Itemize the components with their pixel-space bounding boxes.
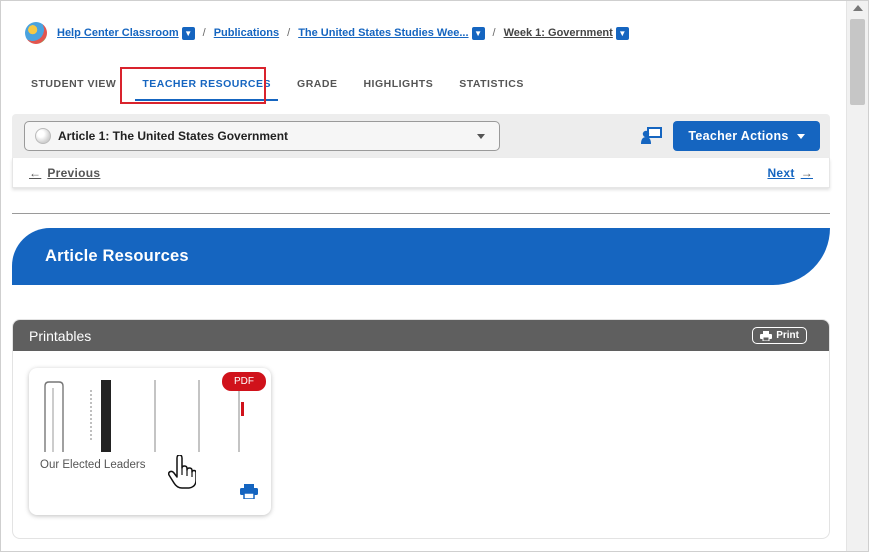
printables-header: Printables Print — [13, 320, 829, 351]
card-title: Our Elected Leaders — [40, 459, 146, 471]
article-select-dropdown[interactable]: Article 1: The United States Government — [24, 121, 500, 151]
breadcrumb: Help Center Classroom ▼ / Publications /… — [25, 22, 629, 44]
printable-card[interactable]: PDF Our Elected Leaders — [29, 368, 271, 515]
article-navigation: ← Previous Next → — [12, 158, 830, 188]
chevron-down-icon[interactable]: ▼ — [181, 26, 195, 40]
previous-label: Previous — [47, 165, 101, 180]
next-label: Next — [767, 165, 795, 180]
caret-down-icon — [477, 134, 485, 139]
breadcrumb-separator: / — [492, 27, 496, 39]
scroll-thumb[interactable] — [850, 19, 865, 105]
classroom-logo-icon — [25, 22, 47, 44]
tab-statistics[interactable]: STATISTICS — [446, 66, 537, 104]
arrow-left-icon: ← — [29, 165, 42, 180]
annotation-highlight-box — [120, 67, 266, 104]
document-thumbnail — [39, 380, 261, 452]
scroll-up-arrow-icon[interactable] — [853, 5, 863, 11]
hand-pointer-cursor-icon — [168, 455, 196, 489]
printer-icon[interactable] — [240, 484, 258, 499]
print-button[interactable]: Print — [752, 327, 807, 344]
vertical-scrollbar[interactable] — [846, 1, 868, 551]
tab-grade[interactable]: GRADE — [284, 66, 350, 104]
printables-panel: Printables Print PDF Our Elected Leaders — [12, 319, 830, 539]
arrow-right-icon: → — [800, 165, 813, 180]
printables-title: Printables — [29, 327, 92, 344]
breadcrumb-publication[interactable]: The United States Studies Wee... — [298, 27, 468, 39]
breadcrumb-week[interactable]: Week 1: Government — [504, 27, 613, 39]
teacher-actions-label: Teacher Actions — [688, 129, 789, 143]
print-label: Print — [776, 330, 799, 341]
pdf-badge: PDF — [222, 372, 266, 391]
chevron-down-icon[interactable]: ▼ — [615, 26, 629, 40]
article-resources-banner: Article Resources — [12, 228, 830, 285]
breadcrumb-separator: / — [287, 27, 291, 39]
tab-highlights[interactable]: HIGHLIGHTS — [350, 66, 446, 104]
breadcrumb-classroom[interactable]: Help Center Classroom — [57, 27, 179, 39]
banner-title: Article Resources — [45, 247, 189, 265]
section-divider — [12, 213, 830, 214]
tab-bar: STUDENT VIEW TEACHER RESOURCES GRADE HIG… — [18, 66, 537, 104]
next-link[interactable]: Next → — [767, 166, 819, 180]
tab-student-view[interactable]: STUDENT VIEW — [18, 66, 129, 104]
breadcrumb-separator: / — [202, 27, 206, 39]
presenter-icon[interactable] — [641, 126, 663, 144]
teacher-actions-button[interactable]: Teacher Actions — [673, 121, 820, 151]
article-toolbar: Article 1: The United States Government … — [12, 114, 830, 158]
caret-down-icon — [796, 133, 805, 139]
previous-link[interactable]: ← Previous — [23, 166, 100, 180]
breadcrumb-publications[interactable]: Publications — [214, 27, 279, 39]
article-select-value: Article 1: The United States Government — [58, 129, 289, 143]
printer-icon — [760, 330, 773, 341]
article-icon — [35, 128, 51, 144]
chevron-down-icon[interactable]: ▼ — [471, 26, 485, 40]
